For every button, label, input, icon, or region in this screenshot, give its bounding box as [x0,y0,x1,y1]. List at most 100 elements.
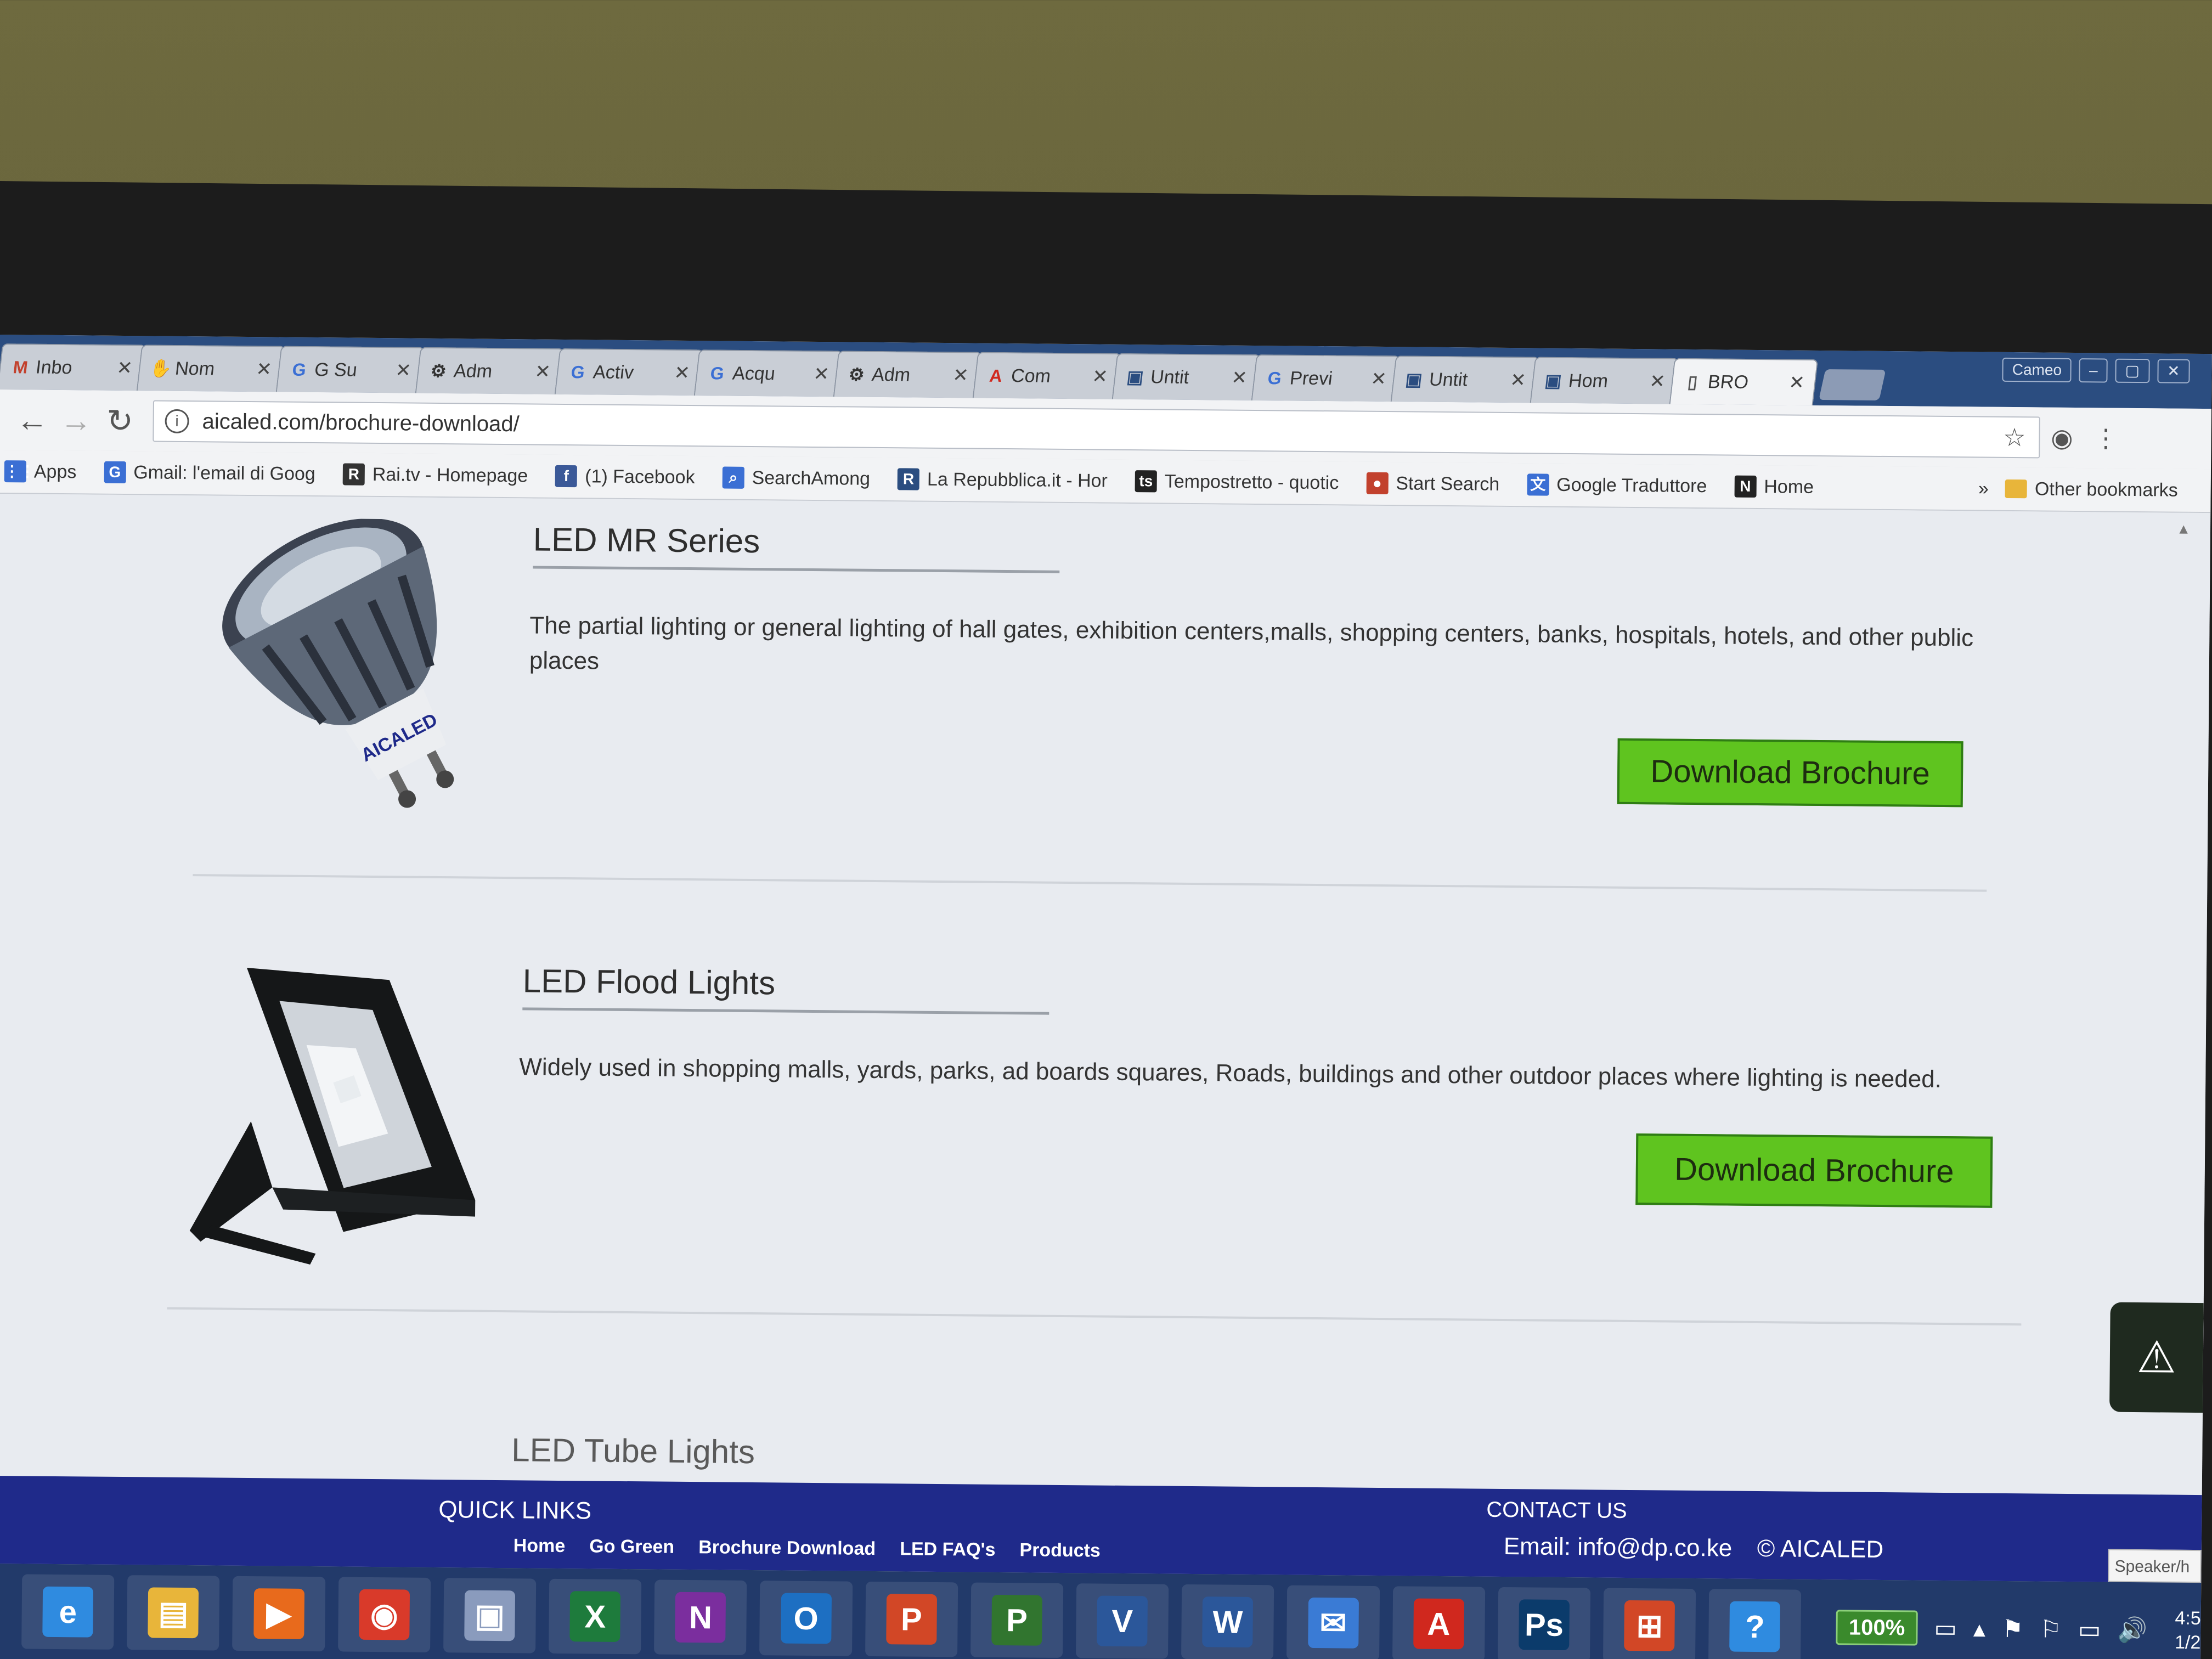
reload-icon[interactable]: ↻ [98,402,142,440]
bookmark-item[interactable]: ● Start Search [1366,472,1499,495]
footer-link[interactable]: Go Green [589,1536,674,1558]
browser-tab[interactable]: G Previ ✕ [1251,354,1401,402]
forward-icon[interactable]: → [54,402,98,439]
browser-menu-icon[interactable]: ⋮ [2084,423,2128,453]
taskbar-app[interactable]: ▶ [232,1576,325,1652]
browser-tab[interactable]: ⚙ Adm ✕ [833,351,983,398]
taskbar-app[interactable]: P [970,1582,1064,1658]
minimize-button[interactable]: – [2079,358,2108,383]
taskbar-app[interactable]: X [549,1578,642,1655]
admin-icon: ⚙ [429,360,448,381]
taskbar-app[interactable]: A [1392,1586,1486,1659]
browser-tab[interactable]: G G Su ✕ [275,346,425,393]
site-info-icon[interactable]: i [165,409,189,434]
browser-tab[interactable]: G Acqu ✕ [693,349,843,397]
url-text[interactable]: aicaled.com/brochure-download/ [202,409,2003,450]
tab-close-icon[interactable]: ✕ [1648,370,1667,392]
product-description: The partial lighting or general lighting… [529,612,1974,675]
translate-icon: 文 [1527,473,1549,496]
bookmark-item[interactable]: G Gmail: l'email di Goog [104,461,315,485]
tab-label: Activ [592,361,635,383]
page-icon: ▣ [1404,369,1424,390]
taskbar-app[interactable]: e [21,1574,115,1650]
tab-close-icon[interactable]: ✕ [952,364,970,386]
tab-close-icon[interactable]: ✕ [1787,371,1806,393]
taskbar-app[interactable]: ◉ [337,1577,431,1652]
bookmarks-overflow-icon[interactable]: » [1978,478,1989,499]
file-explorer-icon: ▤ [148,1587,199,1639]
taskbar-app[interactable]: ⊞ [1603,1588,1696,1659]
bookmark-item[interactable]: R La Repubblica.it - Hor [897,468,1108,492]
document-icon: ▯ [1686,371,1699,392]
system-clock[interactable]: 4:5 1/2 [2175,1606,2201,1655]
bookmark-star-icon[interactable]: ☆ [2003,422,2026,452]
taskbar-app[interactable]: V [1076,1583,1169,1659]
profile-badge[interactable]: Cameo [2002,357,2072,382]
show-hidden-icons-icon[interactable]: ▴ [1973,1615,1986,1643]
network-flag-icon[interactable]: ⚐ [2040,1615,2062,1643]
thunderbird-icon: ✉ [1307,1597,1359,1649]
bookmark-item[interactable]: R Rai.tv - Homepage [342,463,528,487]
browser-tab[interactable]: ▣ Untit ✕ [1390,356,1540,403]
speaker-widget[interactable]: Speaker/h [2108,1549,2202,1583]
tab-close-icon[interactable]: ✕ [534,361,552,383]
contact-email[interactable]: Email: info@dp.co.ke [1504,1533,1733,1562]
power-plug-icon[interactable]: ▭ [1934,1614,1957,1642]
tab-close-icon[interactable]: ✕ [812,363,831,385]
battery-indicator[interactable]: 100% [1836,1610,1918,1646]
browser-tab[interactable]: ▣ Untit ✕ [1111,353,1261,400]
taskbar-app[interactable]: O [759,1581,853,1656]
bookmark-item[interactable]: 文 Google Traduttore [1527,473,1707,497]
browser-tab[interactable]: ▯ BRO ✕ [1669,358,1819,405]
footer-link[interactable]: Products [1019,1539,1101,1561]
browser-tab[interactable]: M Inbo ✕ [0,343,146,391]
bookmark-item[interactable]: N Home [1734,475,1814,498]
tab-close-icon[interactable]: ✕ [1370,368,1388,390]
bookmark-item[interactable]: f (1) Facebook [555,465,695,488]
taskbar-app[interactable]: ▣ [443,1578,537,1654]
taskbar-app[interactable]: W [1181,1584,1274,1659]
maximize-button[interactable]: ▢ [2115,358,2150,383]
tab-close-icon[interactable]: ✕ [255,358,273,380]
back-icon[interactable]: ← [10,402,54,439]
other-bookmarks[interactable]: Other bookmarks [2005,478,2178,501]
camera-icon[interactable]: ◉ [2040,422,2084,453]
download-brochure-button[interactable]: Download Brochure [1617,738,1963,808]
new-tab-button[interactable] [1819,369,1886,400]
tab-close-icon[interactable]: ✕ [1231,367,1249,389]
footer-link[interactable]: LED FAQ's [900,1538,996,1561]
taskbar-app[interactable]: ▤ [127,1575,220,1651]
tab-close-icon[interactable]: ✕ [116,357,134,379]
close-window-button[interactable]: ✕ [2157,359,2190,383]
section-divider [167,1307,2022,1326]
taskbar-app[interactable]: Ps [1497,1587,1591,1659]
accessibility-widget-icon[interactable]: ⚠ [2109,1302,2204,1413]
browser-tab[interactable]: ✋ Nom ✕ [136,345,286,392]
visio-icon: V [1097,1595,1148,1647]
download-brochure-button[interactable]: Download Brochure [1635,1133,1993,1208]
tab-close-icon[interactable]: ✕ [1509,369,1527,391]
taskbar-app[interactable]: ? [1708,1589,1802,1659]
footer-link[interactable]: Brochure Download [698,1537,876,1560]
footer-link[interactable]: Home [514,1535,566,1557]
product-description: Widely used in shopping malls, yards, pa… [519,1053,1942,1093]
tab-close-icon[interactable]: ✕ [1091,365,1109,387]
address-bar[interactable]: i aicaled.com/brochure-download/ ☆ [153,400,2040,459]
browser-tab[interactable]: ⚙ Adm ✕ [415,347,565,394]
bookmark-item[interactable]: ⋮⋮ Apps [4,460,77,483]
display-icon[interactable]: ▭ [2078,1616,2101,1644]
taskbar-app[interactable]: N [654,1579,747,1655]
taskbar-app[interactable]: P [865,1581,958,1657]
bookmark-item[interactable]: ⌕ SearchAmong [722,466,870,489]
start-search-icon: ● [1366,472,1389,495]
browser-tab[interactable]: G Activ ✕ [554,348,704,396]
scroll-up-icon[interactable]: ▲ [2176,521,2191,538]
volume-icon[interactable]: 🔊 [2117,1616,2147,1644]
bookmark-item[interactable]: ts Tempostretto - quotic [1135,470,1339,494]
tab-close-icon[interactable]: ✕ [394,359,413,381]
action-center-flag-icon[interactable]: ⚑ [2002,1615,2024,1643]
browser-tab[interactable]: ▣ Hom ✕ [1530,357,1679,404]
browser-tab[interactable]: A Com ✕ [972,352,1122,399]
taskbar-app[interactable]: ✉ [1286,1585,1380,1659]
tab-close-icon[interactable]: ✕ [673,362,691,384]
